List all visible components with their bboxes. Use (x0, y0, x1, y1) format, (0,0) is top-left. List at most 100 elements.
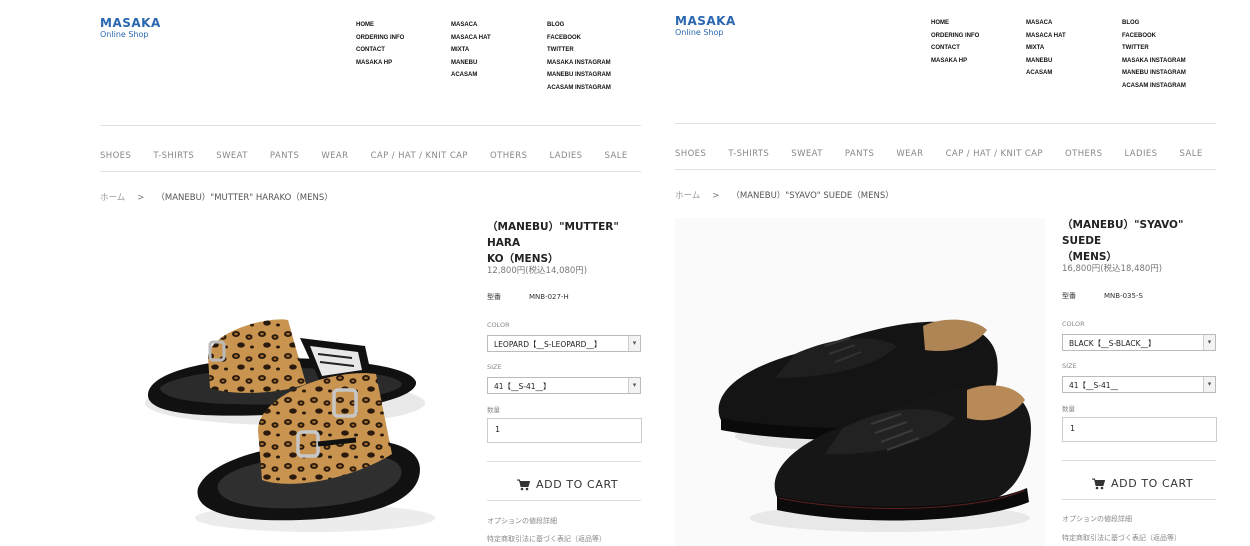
nav-link-contact[interactable]: CONTACT (931, 42, 979, 55)
quantity-input[interactable]: 1 (1062, 417, 1217, 442)
size-label: SIZE (1062, 362, 1077, 370)
option-price-link[interactable]: オプションの値段詳細 (487, 516, 557, 526)
model-number-value: MNB-035-S (1104, 292, 1143, 300)
category-wear[interactable]: WEAR (896, 149, 923, 159)
category-others[interactable]: OTHERS (490, 151, 527, 161)
nav-link-manebu[interactable]: MANEBU (451, 57, 491, 70)
nav-link-twitter[interactable]: TWITTER (1122, 42, 1186, 55)
breadcrumb-home[interactable]: ホーム (100, 193, 125, 203)
leopard-slide-sandal-icon (145, 319, 435, 532)
nav-link-masaka-instagram[interactable]: MASAKA INSTAGRAM (1122, 55, 1186, 68)
nav-link-home[interactable]: HOME (356, 19, 404, 32)
category-navigation: SHOES T-SHIRTS SWEAT PANTS WEAR CAP / HA… (100, 143, 645, 162)
nav-link-acasam[interactable]: ACASAM (451, 69, 491, 82)
product-photo (100, 218, 470, 546)
category-sweat[interactable]: SWEAT (791, 149, 823, 159)
header-divider (675, 123, 1216, 124)
model-number-label: 型番 (487, 293, 501, 301)
category-divider (100, 171, 641, 172)
nav-link-manebu[interactable]: MANEBU (1026, 55, 1066, 68)
add-to-cart-button[interactable]: ADD TO CART (1062, 460, 1216, 500)
logo-name: MASAKA (100, 16, 161, 30)
size-select[interactable]: 41【__S-41__ ▾ (1062, 376, 1216, 393)
size-label: SIZE (487, 363, 502, 371)
size-select-value: 41【__S-41__ (1069, 381, 1119, 390)
breadcrumb: ホーム > （MANEBU）"SYAVO" SUEDE（MENS） (675, 189, 894, 201)
nav-link-manebu-instagram[interactable]: MANEBU INSTAGRAM (1122, 67, 1186, 80)
product-title: （MANEBU）"SYAVO" SUEDE （MENS） (1062, 217, 1217, 265)
category-t-shirts[interactable]: T-SHIRTS (153, 151, 194, 161)
nav-column-2: MASACA MASACA HAT MIXTA MANEBU ACASAM (1026, 17, 1066, 80)
model-number-value: MNB-027-H (529, 293, 569, 301)
breadcrumb-home[interactable]: ホーム (675, 191, 700, 201)
quantity-value: 1 (1070, 424, 1076, 433)
option-price-link[interactable]: オプションの値段詳細 (1062, 514, 1132, 524)
category-ladies[interactable]: LADIES (1124, 149, 1157, 159)
breadcrumb: ホーム > （MANEBU）"MUTTER" HARAKO（MENS） (100, 191, 333, 203)
nav-link-mixta[interactable]: MIXTA (451, 44, 491, 57)
category-pants[interactable]: PANTS (845, 149, 874, 159)
category-shoes[interactable]: SHOES (675, 149, 706, 159)
color-select-value: BLACK【__S-BLACK__】 (1069, 339, 1156, 348)
nav-link-ordering-info[interactable]: ORDERING INFO (356, 32, 404, 45)
nav-link-blog[interactable]: BLOG (1122, 17, 1186, 30)
cart-icon (1092, 478, 1106, 489)
nav-column-2: MASACA MASACA HAT MIXTA MANEBU ACASAM (451, 19, 491, 82)
nav-link-masaca-hat[interactable]: MASACA HAT (451, 32, 491, 45)
nav-link-masaca-hat[interactable]: MASACA HAT (1026, 30, 1066, 43)
category-sale[interactable]: SALE (1180, 149, 1203, 159)
logo-subtitle: Online Shop (675, 28, 724, 37)
chevron-down-icon: ▾ (1203, 377, 1215, 392)
category-cap-hat[interactable]: CAP / HAT / KNIT CAP (371, 151, 468, 161)
product-photo (675, 218, 1045, 546)
product-price: 16,800円(税込18,480円) (1062, 264, 1163, 274)
site-logo[interactable]: MASAKA Online Shop (675, 14, 736, 37)
quantity-label: 数量 (1062, 405, 1075, 413)
nav-link-acasam-instagram[interactable]: ACASAM INSTAGRAM (1122, 80, 1186, 93)
category-pants[interactable]: PANTS (270, 151, 299, 161)
category-shoes[interactable]: SHOES (100, 151, 131, 161)
quantity-label: 数量 (487, 406, 500, 414)
site-logo[interactable]: MASAKA Online Shop (100, 16, 161, 39)
color-label: COLOR (1062, 320, 1085, 328)
nav-link-masaca[interactable]: MASACA (1026, 17, 1066, 30)
breadcrumb-separator: > (137, 193, 145, 203)
color-label: COLOR (487, 321, 510, 329)
nav-link-ordering-info[interactable]: ORDERING INFO (931, 30, 979, 43)
category-navigation: SHOES T-SHIRTS SWEAT PANTS WEAR CAP / HA… (675, 141, 1220, 160)
nav-link-facebook[interactable]: FACEBOOK (1122, 30, 1186, 43)
model-number: 型番 MNB-027-H (487, 292, 569, 302)
logo-subtitle: Online Shop (100, 30, 149, 39)
breadcrumb-current: （MANEBU）"SYAVO" SUEDE（MENS） (731, 191, 894, 201)
category-wear[interactable]: WEAR (321, 151, 348, 161)
cart-icon (517, 479, 531, 490)
product-page-left: MASAKA Online Shop HOME ORDERING INFO CO… (0, 0, 660, 546)
product-price: 12,800円(税込14,080円) (487, 266, 588, 276)
nav-link-acasam[interactable]: ACASAM (1026, 67, 1066, 80)
color-select[interactable]: BLACK【__S-BLACK__】 ▾ (1062, 334, 1216, 351)
nav-link-masaca[interactable]: MASACA (451, 19, 491, 32)
category-sweat[interactable]: SWEAT (216, 151, 248, 161)
nav-column-1: HOME ORDERING INFO CONTACT MASAKA HP (931, 17, 979, 67)
black-suede-shoe-icon (675, 218, 1045, 546)
product-page-right: MASAKA Online Shop HOME ORDERING INFO CO… (575, 0, 1250, 546)
header-divider (100, 125, 641, 126)
logo-name: MASAKA (675, 14, 736, 28)
chevron-down-icon: ▾ (1203, 335, 1215, 350)
quantity-value: 1 (495, 425, 501, 434)
nav-link-masaka-hp[interactable]: MASAKA HP (931, 55, 979, 68)
nav-link-contact[interactable]: CONTACT (356, 44, 404, 57)
category-cap-hat[interactable]: CAP / HAT / KNIT CAP (946, 149, 1043, 159)
nav-link-masaka-hp[interactable]: MASAKA HP (356, 57, 404, 70)
category-divider (675, 169, 1216, 170)
breadcrumb-current: （MANEBU）"MUTTER" HARAKO（MENS） (156, 193, 333, 203)
nav-link-mixta[interactable]: MIXTA (1026, 42, 1066, 55)
nav-link-home[interactable]: HOME (931, 17, 979, 30)
commerce-law-link[interactable]: 特定商取引法に基づく表記（返品等） (1062, 533, 1181, 543)
product-title-line-1: （MANEBU）"SYAVO" SUEDE (1062, 219, 1184, 247)
size-select-value: 41【__S-41__】 (494, 382, 551, 391)
category-others[interactable]: OTHERS (1065, 149, 1102, 159)
add-to-cart-label: ADD TO CART (1111, 477, 1194, 490)
category-t-shirts[interactable]: T-SHIRTS (728, 149, 769, 159)
nav-column-1: HOME ORDERING INFO CONTACT MASAKA HP (356, 19, 404, 69)
